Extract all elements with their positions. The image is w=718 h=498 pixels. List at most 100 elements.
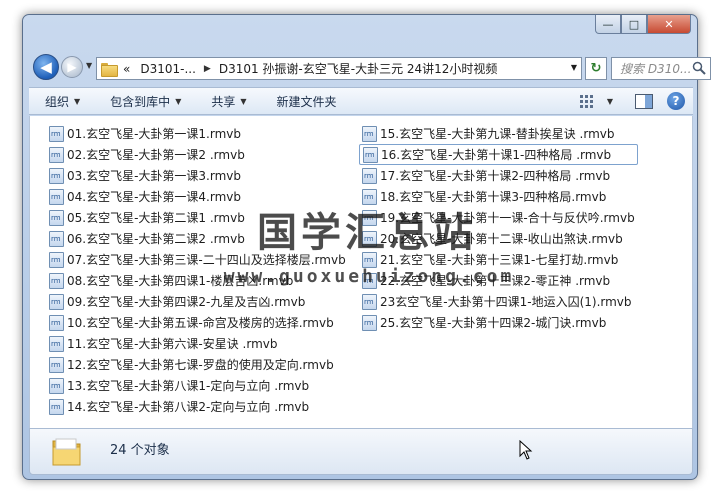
rmvb-file-icon bbox=[49, 272, 64, 289]
rmvb-file-icon bbox=[362, 272, 377, 289]
rmvb-file-icon bbox=[49, 335, 64, 352]
navigation-bar: ◀ ▶ ▼ « D3101-... ▶ D3101 孙振谢-玄空飞星-大卦三元 … bbox=[29, 53, 711, 83]
help-icon[interactable]: ? bbox=[667, 92, 685, 110]
file-item[interactable]: 18.玄空飞星-大卦第十课3-四种格局.rmvb bbox=[359, 186, 638, 207]
file-item[interactable]: 14.玄空飞星-大卦第八课2-定向与立向 .rmvb bbox=[46, 396, 349, 417]
rmvb-file-icon bbox=[362, 314, 377, 331]
rmvb-file-icon bbox=[362, 125, 377, 142]
file-item[interactable]: 01.玄空飞星-大卦第一课1.rmvb bbox=[46, 123, 349, 144]
view-options-icon[interactable] bbox=[579, 94, 596, 108]
file-item[interactable]: 10.玄空飞星-大卦第五课-命宫及楼房的选择.rmvb bbox=[46, 312, 349, 333]
breadcrumb-separator-icon[interactable]: ▶ bbox=[204, 64, 211, 74]
breadcrumb-current[interactable]: D3101 孙振谢-玄空飞星-大卦三元 24讲12小时视频 bbox=[219, 60, 498, 77]
chevron-down-icon: ▼ bbox=[175, 96, 182, 106]
rmvb-file-icon bbox=[363, 146, 378, 163]
include-in-library-button[interactable]: 包含到库中 ▼ bbox=[94, 93, 195, 110]
file-name: 16.玄空飞星-大卦第十课1-四种格局 .rmvb bbox=[381, 148, 612, 162]
file-name: 03.玄空飞星-大卦第一课3.rmvb bbox=[67, 169, 241, 183]
file-item[interactable]: 22.玄空飞星-大卦第十三课2-零正神 .rmvb bbox=[359, 270, 638, 291]
breadcrumb-parent[interactable]: D3101-... bbox=[140, 62, 196, 76]
maximize-button[interactable]: □ bbox=[621, 15, 647, 34]
rmvb-file-icon bbox=[49, 377, 64, 394]
recent-pages-dropdown[interactable]: ▼ bbox=[86, 61, 92, 70]
explorer-window: — □ ✕ ◀ ▶ ▼ « D3101-... ▶ D3101 孙振谢-玄空飞星… bbox=[22, 14, 711, 480]
file-item[interactable]: 11.玄空飞星-大卦第六课-安星诀 .rmvb bbox=[46, 333, 349, 354]
organize-button[interactable]: 组织 ▼ bbox=[29, 93, 94, 110]
file-name: 02.玄空飞星-大卦第一课2 .rmvb bbox=[67, 148, 245, 162]
file-name: 22.玄空飞星-大卦第十三课2-零正神 .rmvb bbox=[380, 274, 611, 288]
file-item[interactable]: 05.玄空飞星-大卦第二课1 .rmvb bbox=[46, 207, 349, 228]
file-column-2: 15.玄空飞星-大卦第九课-替卦挨星诀 .rmvb 16.玄空飞星-大卦第十课1-… bbox=[359, 123, 638, 333]
rmvb-file-icon bbox=[49, 314, 64, 331]
file-name: 01.玄空飞星-大卦第一课1.rmvb bbox=[67, 127, 241, 141]
file-name: 21.玄空飞星-大卦第十三课1-七星打劫.rmvb bbox=[380, 253, 619, 267]
file-item[interactable]: 06.玄空飞星-大卦第二课2 .rmvb bbox=[46, 228, 349, 249]
caption-buttons: — □ ✕ bbox=[595, 15, 691, 34]
file-name: 10.玄空飞星-大卦第五课-命宫及楼房的选择.rmvb bbox=[67, 316, 334, 330]
file-name: 18.玄空飞星-大卦第十课3-四种格局.rmvb bbox=[380, 190, 607, 204]
organize-label: 组织 bbox=[45, 94, 70, 109]
file-item[interactable]: 23玄空飞星-大卦第十四课1-地运入囚(1).rmvb bbox=[359, 291, 638, 312]
search-input[interactable]: 搜索 D310... bbox=[611, 57, 711, 80]
rmvb-file-icon bbox=[49, 146, 64, 163]
file-item[interactable]: 20.玄空飞星-大卦第十二课-收山出煞诀.rmvb bbox=[359, 228, 638, 249]
file-item[interactable]: 25.玄空飞星-大卦第十四课2-城门诀.rmvb bbox=[359, 312, 638, 333]
file-item[interactable]: 09.玄空飞星-大卦第四课2-九星及吉凶.rmvb bbox=[46, 291, 349, 312]
file-item[interactable]: 12.玄空飞星-大卦第七课-罗盘的使用及定向.rmvb bbox=[46, 354, 349, 375]
search-icon[interactable] bbox=[692, 61, 706, 75]
file-item[interactable]: 21.玄空飞星-大卦第十三课1-七星打劫.rmvb bbox=[359, 249, 638, 270]
file-name: 13.玄空飞星-大卦第八课1-定向与立向 .rmvb bbox=[67, 379, 310, 393]
rmvb-file-icon bbox=[362, 230, 377, 247]
mouse-cursor-icon bbox=[519, 440, 533, 460]
file-name: 06.玄空飞星-大卦第二课2 .rmvb bbox=[67, 232, 245, 246]
close-button[interactable]: ✕ bbox=[647, 15, 691, 34]
file-item[interactable]: 16.玄空飞星-大卦第十课1-四种格局 .rmvb bbox=[359, 144, 638, 165]
view-dropdown-icon[interactable]: ▼ bbox=[607, 97, 613, 106]
file-item[interactable]: 13.玄空飞星-大卦第八课1-定向与立向 .rmvb bbox=[46, 375, 349, 396]
file-item[interactable]: 07.玄空飞星-大卦第三课-二十四山及选择楼层.rmvb bbox=[46, 249, 349, 270]
share-label: 共享 bbox=[211, 94, 236, 109]
file-name: 25.玄空飞星-大卦第十四课2-城门诀.rmvb bbox=[380, 316, 607, 330]
back-button[interactable]: ◀ bbox=[33, 54, 59, 80]
rmvb-file-icon bbox=[49, 293, 64, 310]
rmvb-file-icon bbox=[49, 125, 64, 142]
file-name: 04.玄空飞星-大卦第一课4.rmvb bbox=[67, 190, 241, 204]
address-dropdown-icon[interactable]: ▼ bbox=[571, 63, 577, 72]
chevron-down-icon: ▼ bbox=[240, 96, 247, 106]
toolbar-right-group: ▼ ? bbox=[579, 88, 693, 114]
file-item[interactable]: 17.玄空飞星-大卦第十课2-四种格局 .rmvb bbox=[359, 165, 638, 186]
rmvb-file-icon bbox=[49, 398, 64, 415]
file-item[interactable]: 02.玄空飞星-大卦第一课2 .rmvb bbox=[46, 144, 349, 165]
rmvb-file-icon bbox=[362, 188, 377, 205]
file-name: 23玄空飞星-大卦第十四课1-地运入囚(1).rmvb bbox=[380, 295, 632, 309]
rmvb-file-icon bbox=[49, 356, 64, 373]
chevron-down-icon: ▼ bbox=[74, 96, 81, 106]
file-item[interactable]: 03.玄空飞星-大卦第一课3.rmvb bbox=[46, 165, 349, 186]
search-placeholder: 搜索 D310... bbox=[620, 62, 692, 76]
file-name: 07.玄空飞星-大卦第三课-二十四山及选择楼层.rmvb bbox=[67, 253, 346, 267]
breadcrumb-prefix[interactable]: « bbox=[123, 62, 130, 76]
file-name: 20.玄空飞星-大卦第十二课-收山出煞诀.rmvb bbox=[380, 232, 623, 246]
file-item[interactable]: 19.玄空飞星-大卦第十一课-合十与反伏吟.rmvb bbox=[359, 207, 638, 228]
file-name: 11.玄空飞星-大卦第六课-安星诀 .rmvb bbox=[67, 337, 278, 351]
file-name: 14.玄空飞星-大卦第八课2-定向与立向 .rmvb bbox=[67, 400, 310, 414]
file-item[interactable]: 04.玄空飞星-大卦第一课4.rmvb bbox=[46, 186, 349, 207]
minimize-button[interactable]: — bbox=[595, 15, 621, 34]
file-name: 17.玄空飞星-大卦第十课2-四种格局 .rmvb bbox=[380, 169, 611, 183]
file-name: 15.玄空飞星-大卦第九课-替卦挨星诀 .rmvb bbox=[380, 127, 615, 141]
share-button[interactable]: 共享 ▼ bbox=[195, 93, 260, 110]
rmvb-file-icon bbox=[49, 230, 64, 247]
file-item[interactable]: 15.玄空飞星-大卦第九课-替卦挨星诀 .rmvb bbox=[359, 123, 638, 144]
address-bar[interactable]: « D3101-... ▶ D3101 孙振谢-玄空飞星-大卦三元 24讲12小… bbox=[96, 57, 582, 80]
item-count: 24 个对象 bbox=[110, 443, 170, 458]
new-folder-button[interactable]: 新建文件夹 bbox=[261, 93, 351, 110]
rmvb-file-icon bbox=[49, 209, 64, 226]
include-in-library-label: 包含到库中 bbox=[110, 94, 171, 109]
file-item[interactable]: 08.玄空飞星-大卦第四课1-楼层吉凶.rmvb bbox=[46, 270, 349, 291]
rmvb-file-icon bbox=[362, 251, 377, 268]
refresh-button[interactable]: ↻ bbox=[585, 57, 607, 80]
file-name: 09.玄空飞星-大卦第四课2-九星及吉凶.rmvb bbox=[67, 295, 306, 309]
preview-pane-icon[interactable] bbox=[635, 93, 653, 109]
forward-button[interactable]: ▶ bbox=[61, 56, 83, 78]
details-pane: 24 个对象 bbox=[29, 428, 693, 475]
